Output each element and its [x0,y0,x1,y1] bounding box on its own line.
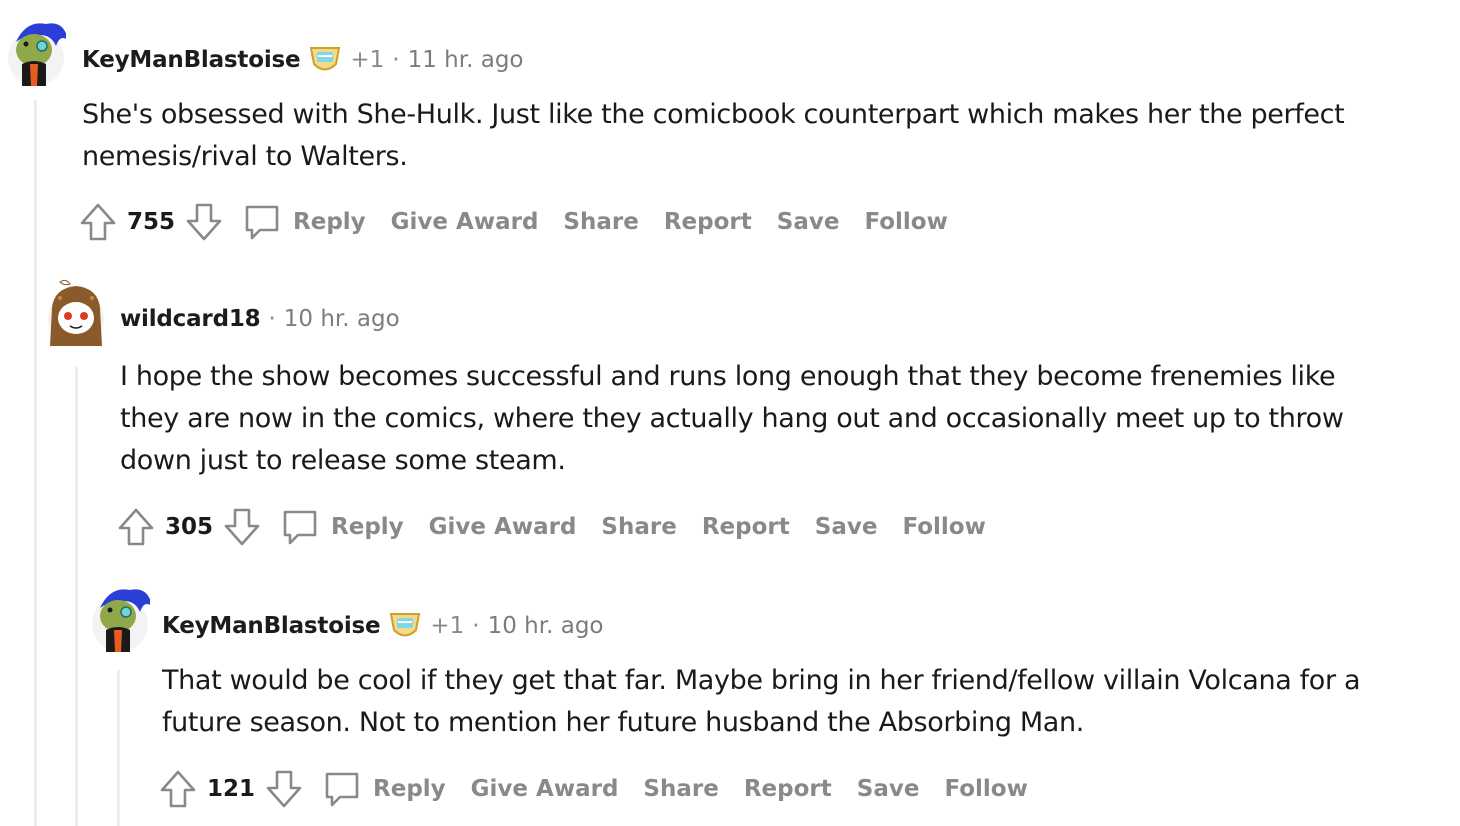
report-button[interactable]: Report [744,776,832,802]
timestamp[interactable]: 10 hr. ago [284,306,400,332]
username[interactable]: KeyManBlastoise [82,47,301,73]
thread-line-1[interactable] [34,100,37,826]
share-button[interactable]: Share [643,776,718,802]
comment-body: That would be cool if they get that far.… [162,665,1361,738]
frog-avatar-icon[interactable] [6,12,66,88]
give-award-button[interactable]: Give Award [391,209,539,235]
vote-score: 755 [127,209,176,235]
share-button[interactable]: Share [601,514,676,540]
give-award-button[interactable]: Give Award [429,514,577,540]
vote-score: 121 [207,776,256,802]
upvote-icon[interactable] [159,769,197,809]
trophy-award-icon[interactable] [308,44,342,76]
comment-meta: KeyManBlastoise +1 · 10 hr. ago [162,610,604,642]
downvote-icon[interactable] [265,769,303,809]
comment-body: I hope the show becomes successful and r… [120,361,1344,476]
comment-bubble-icon[interactable] [323,770,361,808]
trophy-award-icon[interactable] [388,610,422,642]
report-button[interactable]: Report [702,514,790,540]
reply-button[interactable]: Reply [331,514,404,540]
upvote-icon[interactable] [79,202,117,242]
share-button[interactable]: Share [563,209,638,235]
thread-line-3[interactable] [117,670,120,826]
thread-line-2[interactable] [75,366,78,826]
give-award-button[interactable]: Give Award [471,776,619,802]
comment-body: She's obsessed with She-Hulk. Just like … [82,99,1345,172]
separator: · [268,306,276,332]
follow-button[interactable]: Follow [944,776,1027,802]
owl-hood-avatar-icon[interactable] [46,276,106,352]
save-button[interactable]: Save [815,514,878,540]
upvote-icon[interactable] [117,507,155,547]
save-button[interactable]: Save [777,209,840,235]
comment-meta: KeyManBlastoise +1 · 11 hr. ago [82,44,524,76]
comment-actions: 121 Reply Give Award Share Report Save F… [159,769,1053,809]
save-button[interactable]: Save [857,776,920,802]
reply-button[interactable]: Reply [293,209,366,235]
award-count: +1 [430,613,465,639]
vote-score: 305 [165,514,214,540]
award-count: +1 [350,47,385,73]
username[interactable]: wildcard18 [120,306,261,332]
downvote-icon[interactable] [223,507,261,547]
comment-bubble-icon[interactable] [243,203,281,241]
comment-meta: wildcard18 · 10 hr. ago [120,306,400,332]
follow-button[interactable]: Follow [902,514,985,540]
frog-avatar-icon[interactable] [90,578,150,654]
comment-bubble-icon[interactable] [281,508,319,546]
username[interactable]: KeyManBlastoise [162,613,381,639]
separator: · [472,613,480,639]
separator: · [392,47,400,73]
timestamp[interactable]: 11 hr. ago [408,47,524,73]
comment-actions: 755 Reply Give Award Share Report Save F… [79,202,973,242]
comment-actions: 305 Reply Give Award Share Report Save F… [117,507,1011,547]
timestamp[interactable]: 10 hr. ago [488,613,604,639]
report-button[interactable]: Report [664,209,752,235]
follow-button[interactable]: Follow [864,209,947,235]
reply-button[interactable]: Reply [373,776,446,802]
downvote-icon[interactable] [185,202,223,242]
